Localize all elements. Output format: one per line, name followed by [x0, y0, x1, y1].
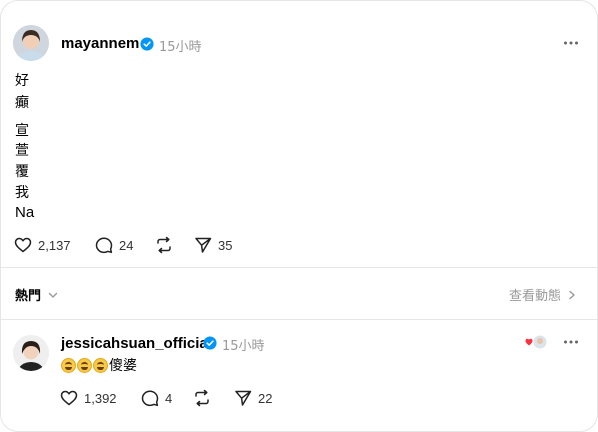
sort-dropdown[interactable]: 熱門: [15, 285, 59, 304]
like-count: 1,392: [84, 390, 117, 406]
thread-container: mayannem 15小時 好 癲 宣 萱 覆 我 Na 2,137 24 35…: [0, 0, 598, 432]
post-body-line: Na: [15, 204, 35, 221]
verified-icon: [203, 336, 217, 350]
view-activity-label: 查看動態: [508, 289, 561, 304]
send-icon: [235, 390, 252, 406]
more-icon[interactable]: [562, 34, 580, 52]
rolling-laughing-emoji: [77, 357, 92, 373]
verified-icon: [140, 37, 154, 51]
reply-body: 傻婆: [61, 355, 137, 375]
post-body-line: 覆: [15, 164, 29, 180]
share-count: 35: [218, 237, 233, 253]
comment-icon: [95, 237, 113, 254]
more-icon[interactable]: [562, 333, 580, 351]
heart-icon: [60, 390, 78, 406]
like-count: 2,137: [38, 237, 71, 253]
reply-username[interactable]: jessicahsuan_official: [61, 335, 212, 352]
share-count: 22: [258, 390, 273, 406]
post-timestamp[interactable]: 15小時: [159, 36, 202, 55]
comment-icon: [141, 390, 159, 407]
heart-icon: [14, 237, 32, 253]
share-button[interactable]: 35: [193, 234, 232, 256]
comment-count: 4: [165, 390, 173, 406]
repost-button[interactable]: [154, 234, 174, 256]
repost-icon: [195, 389, 209, 407]
post-body-line: 宣: [15, 123, 29, 139]
chevron-down-icon: [48, 292, 58, 298]
view-activity-link[interactable]: 查看動態: [509, 285, 577, 304]
like-button[interactable]: 1,392: [59, 387, 117, 409]
post-body-line: 萱: [15, 143, 29, 159]
liked-by-author-indicator[interactable]: [525, 334, 549, 350]
avatar[interactable]: [13, 335, 49, 371]
post-body-line: 好: [15, 73, 29, 89]
rolling-laughing-emoji: [93, 357, 108, 373]
post-body-line: 我: [15, 185, 29, 201]
reply-body-text: 傻婆: [109, 358, 137, 374]
send-icon: [195, 237, 212, 253]
post-body-line: 癲: [15, 95, 29, 111]
share-button[interactable]: 22: [233, 387, 272, 409]
avatar[interactable]: [13, 25, 49, 61]
rolling-laughing-emoji: [61, 357, 76, 373]
comment-button[interactable]: 24: [94, 234, 133, 256]
divider: [1, 319, 597, 320]
repost-icon: [157, 236, 171, 254]
reply-timestamp[interactable]: 15小時: [222, 335, 265, 354]
chevron-right-icon: [569, 290, 575, 299]
sort-label: 熱門: [15, 289, 42, 304]
post-username[interactable]: mayannem: [61, 35, 139, 52]
repost-button[interactable]: [192, 387, 212, 409]
comment-count: 24: [119, 237, 134, 253]
divider: [1, 267, 597, 268]
like-button[interactable]: 2,137: [13, 234, 71, 256]
comment-button[interactable]: 4: [140, 387, 172, 409]
